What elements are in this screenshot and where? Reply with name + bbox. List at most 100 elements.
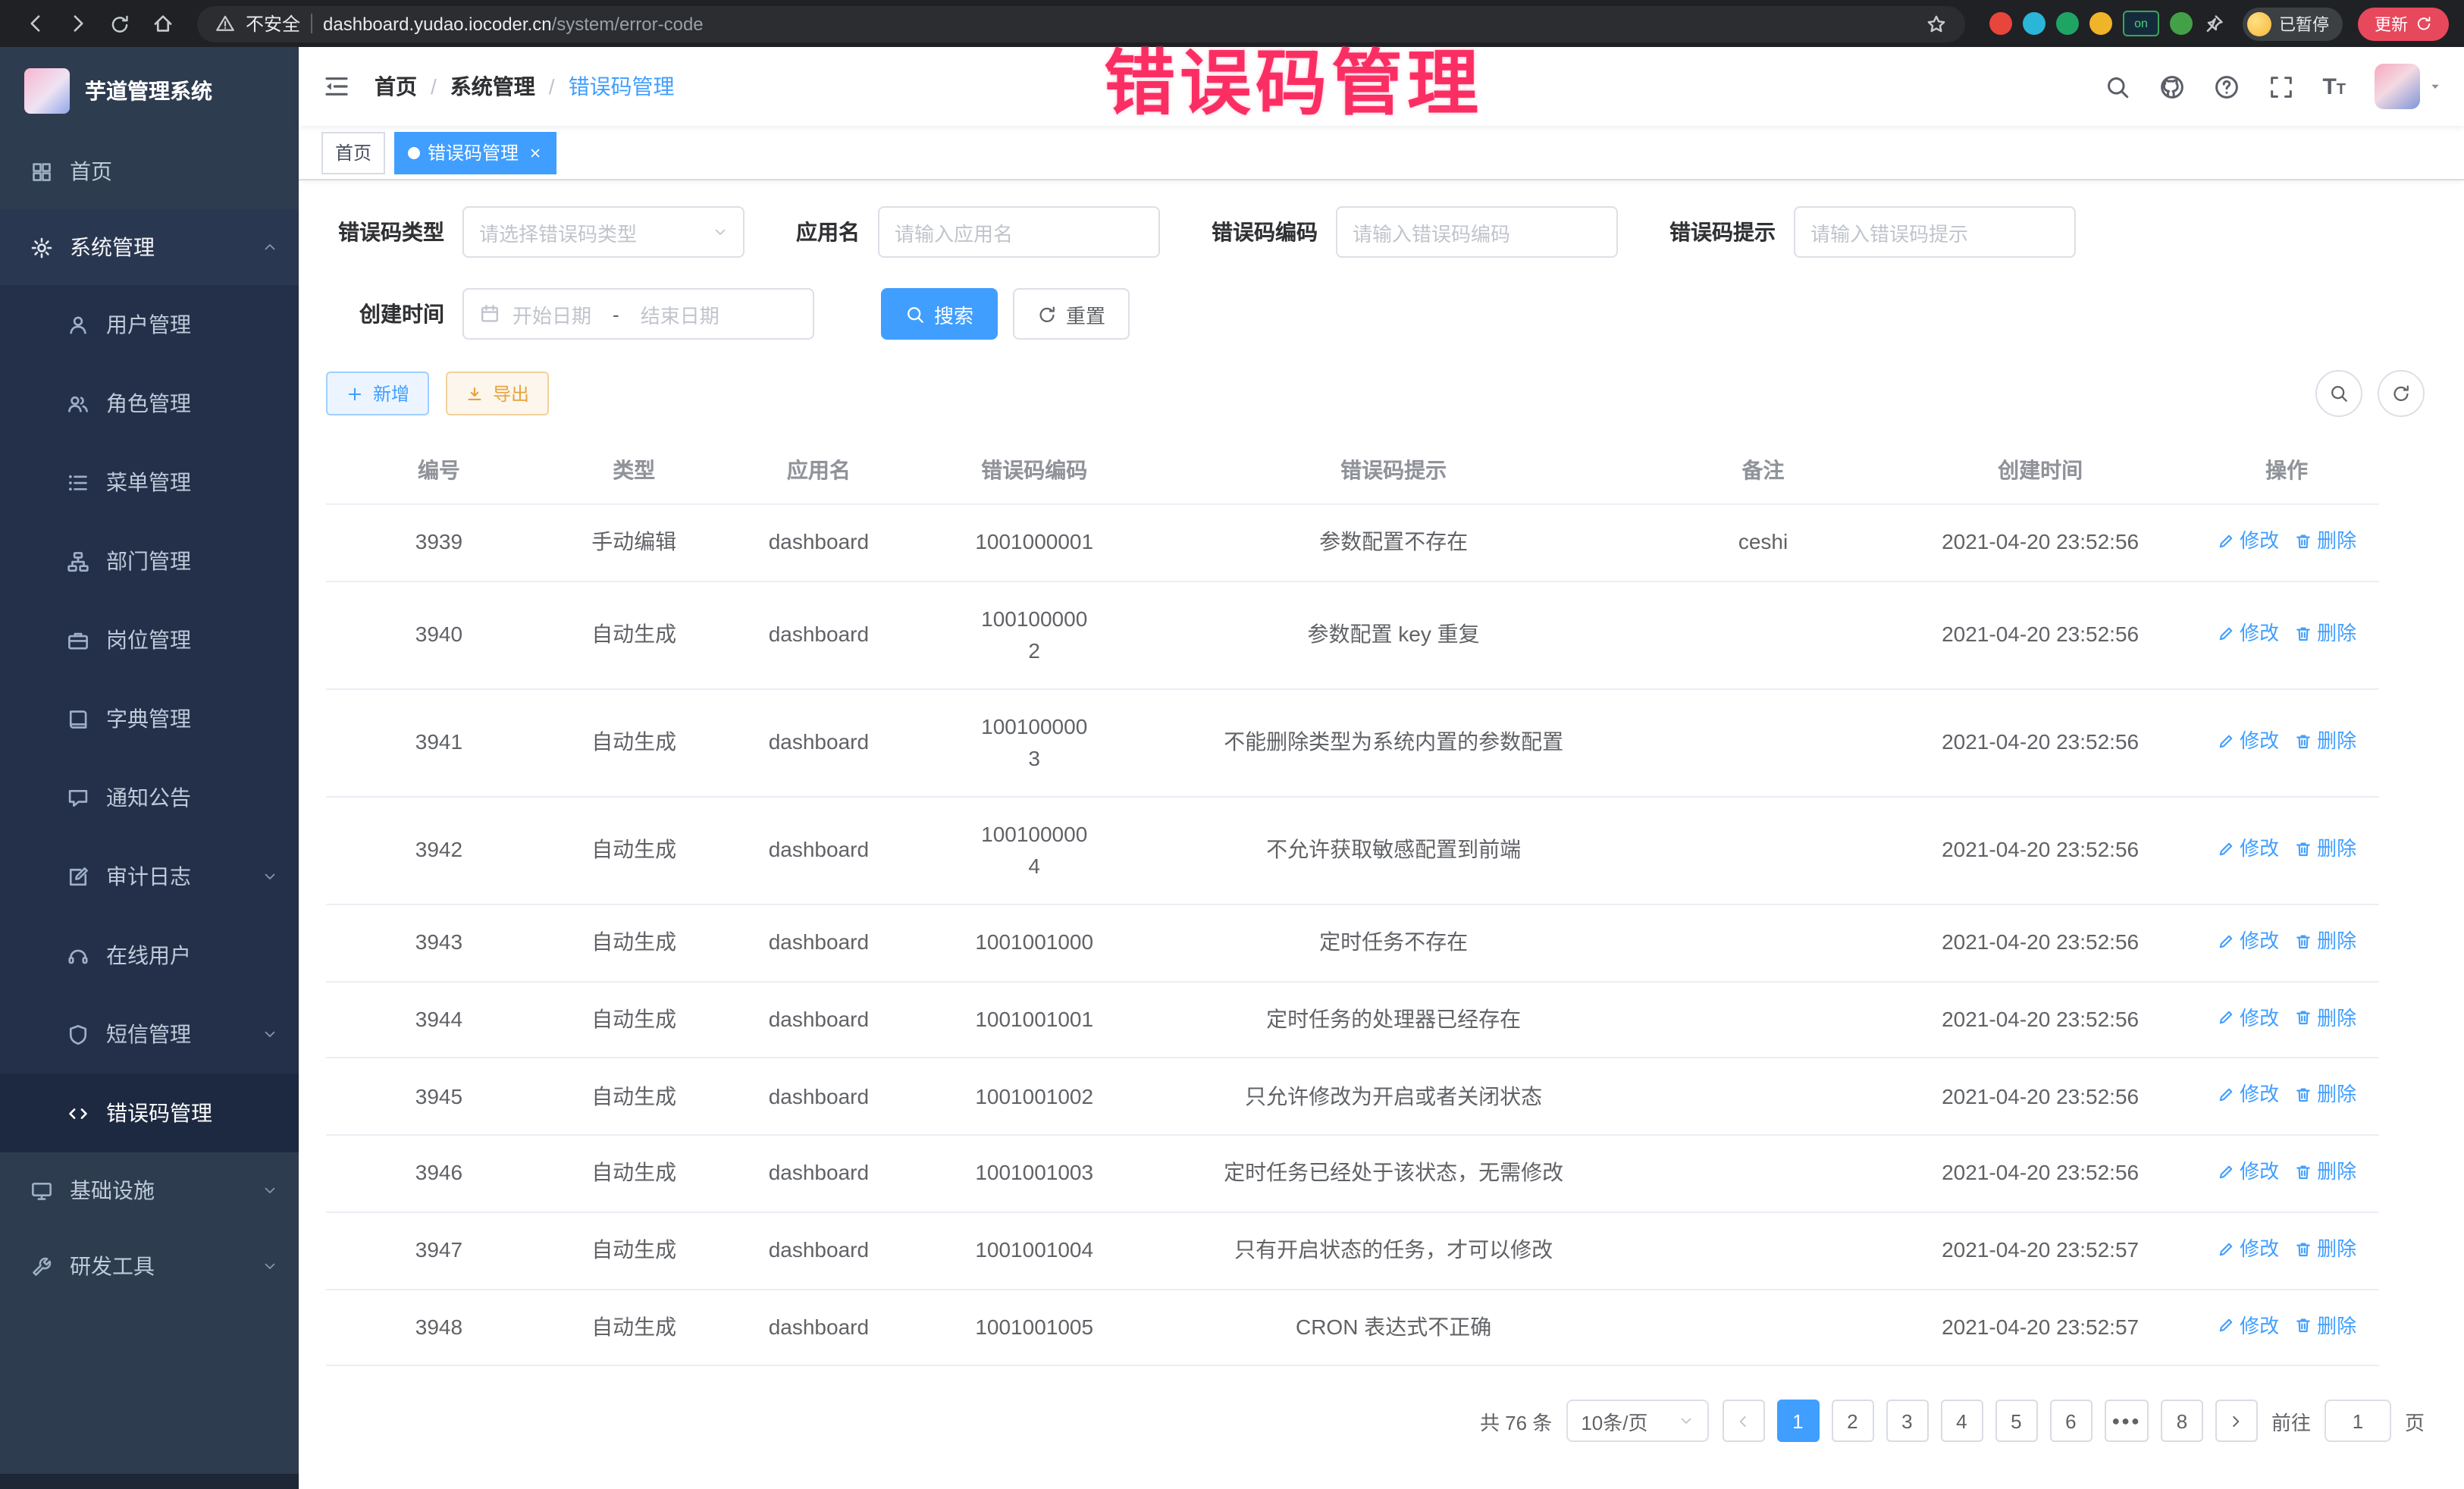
edit-link[interactable]: 修改 [2217, 926, 2279, 956]
delete-link[interactable]: 删除 [2294, 926, 2356, 956]
edit-link[interactable]: 修改 [2217, 834, 2279, 864]
bookmark-star-icon[interactable] [1926, 13, 1947, 34]
update-label: 更新 [2375, 11, 2408, 36]
delete-link[interactable]: 删除 [2294, 1003, 2356, 1033]
delete-link[interactable]: 删除 [2294, 726, 2356, 756]
user-menu[interactable] [2375, 64, 2443, 109]
sidebar-item-role[interactable]: 角色管理 [0, 364, 299, 443]
github-icon[interactable] [2158, 74, 2184, 99]
filter-message-input[interactable]: 请输入错误码提示 [1794, 206, 2076, 258]
fullscreen-icon[interactable] [2268, 74, 2293, 99]
sidebar-item-audit-log[interactable]: 审计日志 [0, 837, 299, 916]
edit-link[interactable]: 修改 [2217, 526, 2279, 556]
sidebar-item-dept[interactable]: 部门管理 [0, 522, 299, 600]
add-button[interactable]: 新增 [326, 371, 429, 415]
page-button-4[interactable]: 4 [1940, 1400, 1983, 1443]
check-extension-icon[interactable] [2056, 12, 2079, 35]
page-button-8[interactable]: 8 [2161, 1400, 2203, 1443]
on-badge-extension-icon[interactable]: on [2123, 11, 2159, 36]
delete-link[interactable]: 删除 [2294, 1311, 2356, 1340]
sidebar-item-dev-tools[interactable]: 研发工具 [0, 1228, 299, 1304]
adblock-extension-icon[interactable] [1989, 12, 2012, 35]
edit-link[interactable]: 修改 [2217, 1311, 2279, 1340]
help-icon[interactable] [2213, 74, 2239, 99]
page-button-3[interactable]: 3 [1886, 1400, 1928, 1443]
sidebar-item-label: 系统管理 [70, 232, 155, 262]
prev-page-button[interactable] [1722, 1400, 1764, 1443]
sidebar-item-system[interactable]: 系统管理 [0, 209, 299, 285]
view-tab[interactable]: 错误码管理 [394, 131, 556, 174]
search-icon[interactable] [2104, 74, 2130, 99]
cell-id: 3944 [326, 981, 552, 1058]
filter-app-name-input[interactable]: 请输入应用名 [878, 206, 1160, 258]
export-button[interactable]: 导出 [446, 371, 549, 415]
sidebar-item-dict[interactable]: 字典管理 [0, 679, 299, 758]
browser-extensions: on [1989, 11, 2224, 36]
page-button-6[interactable]: 6 [2049, 1400, 2092, 1443]
edit-link[interactable]: 修改 [2217, 726, 2279, 756]
cell-message: 只有开启状态的任务，才可以修改 [1147, 1212, 1640, 1290]
hamburger-icon[interactable] [299, 47, 375, 126]
browser-forward-icon[interactable] [58, 4, 97, 43]
delete-link[interactable]: 删除 [2294, 526, 2356, 556]
edit-link[interactable]: 修改 [2217, 1003, 2279, 1033]
sidebar-item-online-user[interactable]: 在线用户 [0, 916, 299, 995]
pencil-icon [2217, 732, 2235, 750]
page-size-select[interactable]: 10条/页 [1566, 1400, 1708, 1443]
address-bar[interactable]: 不安全 dashboard.yudao.iocoder.cn/system/er… [197, 5, 1965, 42]
search-button[interactable]: 搜索 [881, 288, 998, 340]
page-button-2[interactable]: 2 [1831, 1400, 1873, 1443]
edit-link[interactable]: 修改 [2217, 619, 2279, 648]
page-button-5[interactable]: 5 [1995, 1400, 2037, 1443]
sidebar-item-post[interactable]: 岗位管理 [0, 600, 299, 679]
filter-code-input[interactable]: 请输入错误码编码 [1336, 206, 1618, 258]
delete-link[interactable]: 删除 [2294, 834, 2356, 864]
reset-button[interactable]: 重置 [1013, 288, 1130, 340]
cell-actions: 修改删除 [2194, 1212, 2379, 1290]
breadcrumb-item[interactable]: 首页 [375, 71, 417, 102]
update-reload-icon [2415, 15, 2432, 32]
pager-ellipsis[interactable]: ●●● [2104, 1400, 2149, 1443]
app-logo[interactable]: 芋道管理系统 [0, 47, 299, 133]
sidebar-item-infra[interactable]: 基础设施 [0, 1152, 299, 1228]
show-search-button[interactable] [2315, 370, 2362, 417]
view-tab[interactable]: 首页 [321, 131, 385, 174]
sidebar-item-menu[interactable]: 菜单管理 [0, 443, 299, 522]
sidebar-item-user[interactable]: 用户管理 [0, 285, 299, 364]
sidebar-item-label: 部门管理 [106, 546, 191, 576]
leaf-extension-icon[interactable] [2170, 12, 2193, 35]
edit-link[interactable]: 修改 [2217, 1234, 2279, 1264]
sidebar-item-error-code[interactable]: 错误码管理 [0, 1074, 299, 1152]
browser-home-icon[interactable] [143, 4, 182, 43]
goto-page-input[interactable] [2324, 1400, 2391, 1443]
sidebar-item-home[interactable]: 首页 [0, 133, 299, 209]
tab-label: 首页 [335, 139, 371, 165]
edit-link[interactable]: 修改 [2217, 1157, 2279, 1186]
profile-paused-badge[interactable]: 已暂停 [2243, 7, 2343, 40]
trash-icon [2294, 1086, 2312, 1104]
edit-link[interactable]: 修改 [2217, 1080, 2279, 1110]
sidebar-item-notice[interactable]: 通知公告 [0, 758, 299, 837]
filter-type-select[interactable]: 请选择错误码类型 [462, 206, 745, 258]
delete-link[interactable]: 删除 [2294, 1157, 2356, 1186]
sidebar-item-sms[interactable]: 短信管理 [0, 995, 299, 1074]
drop-extension-icon[interactable] [2023, 12, 2045, 35]
date-range-picker[interactable]: 开始日期 - 结束日期 [462, 288, 814, 340]
browser-update-button[interactable]: 更新 [2358, 7, 2449, 40]
delete-link[interactable]: 删除 [2294, 1234, 2356, 1264]
breadcrumb-item[interactable]: 系统管理 [450, 71, 535, 102]
colorful-extension-icon[interactable] [2089, 12, 2112, 35]
browser-back-icon[interactable] [15, 4, 55, 43]
close-icon[interactable] [526, 144, 543, 161]
cell-type: 自动生成 [552, 1135, 716, 1212]
tags-view-bar: 首页错误码管理 [299, 126, 2464, 180]
cell-remark [1640, 581, 1886, 689]
next-page-button[interactable] [2215, 1400, 2258, 1443]
delete-link[interactable]: 删除 [2294, 619, 2356, 648]
delete-link[interactable]: 删除 [2294, 1080, 2356, 1110]
browser-reload-icon[interactable] [100, 4, 140, 43]
pin-extension-icon[interactable] [2203, 13, 2224, 34]
font-size-icon[interactable]: TT [2322, 75, 2346, 98]
page-button-1[interactable]: 1 [1776, 1400, 1819, 1443]
refresh-button[interactable] [2378, 370, 2425, 417]
